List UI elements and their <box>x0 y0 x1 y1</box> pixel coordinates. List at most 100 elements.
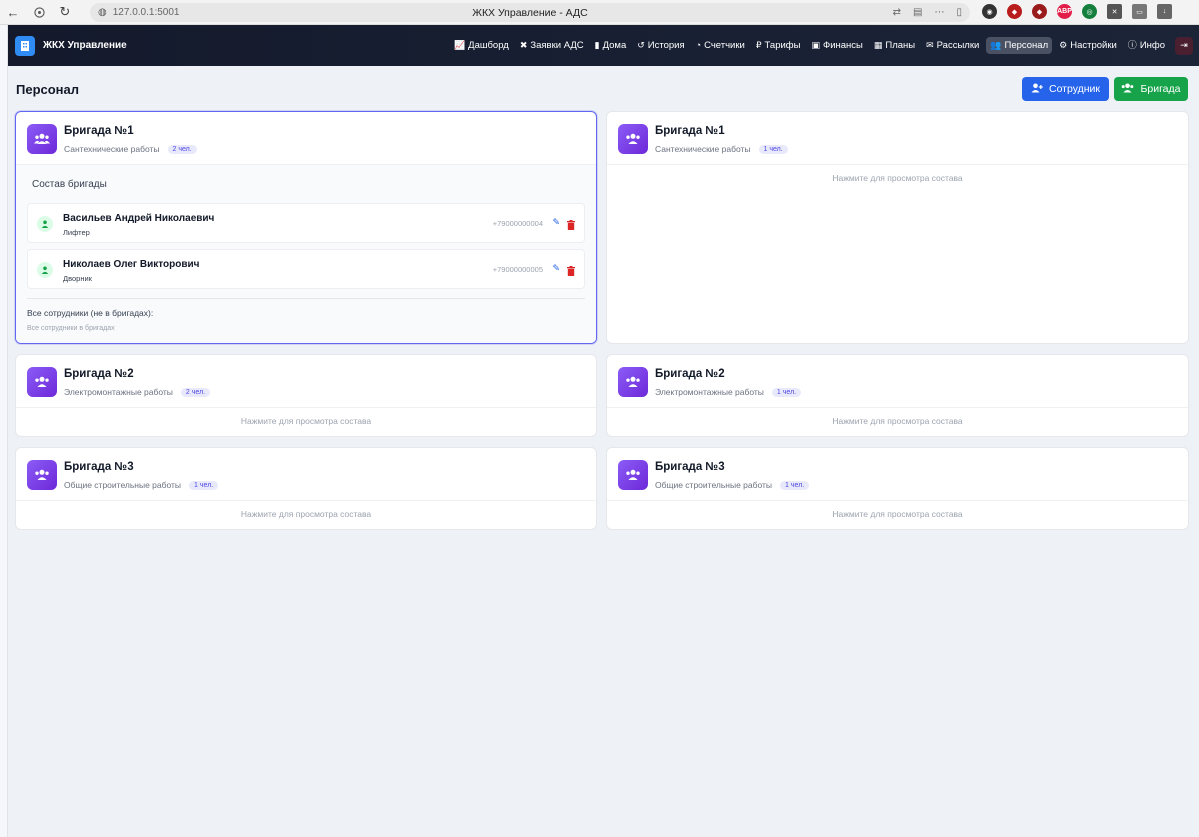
main-content: Персонал Сотрудник Бригада Бригада №1 Са… <box>8 66 1199 837</box>
reader-icon[interactable]: ▤ <box>913 7 922 18</box>
nav-label: Счетчики <box>704 40 745 51</box>
nav-item-finance[interactable]: ▣ Финансы <box>807 37 866 54</box>
member-name: Васильев Андрей Николаевич <box>63 213 215 224</box>
nav-item-staff[interactable]: 👥 Персонал <box>986 37 1053 54</box>
nav-item-meters[interactable]: ◔ Счетчики <box>692 37 749 54</box>
logout-icon: ⇥ <box>1180 40 1188 50</box>
team-icon <box>618 124 648 154</box>
chart-line-icon: 📈 <box>453 40 466 50</box>
nav-item-tariffs[interactable]: ₽ Тарифы <box>752 37 805 54</box>
logout-button[interactable]: ⇥ <box>1175 36 1193 55</box>
nav-label: Финансы <box>822 40 863 51</box>
user-icon <box>37 216 53 232</box>
team-specialization: Электромонтажные работы <box>655 387 764 397</box>
nav-item-houses[interactable]: ▮ Дома <box>591 37 631 54</box>
divider <box>27 298 585 299</box>
extension-icon[interactable]: ◉ <box>982 4 997 19</box>
team-card[interactable]: Бригада №3 Общие строительные работы 1 че… <box>606 447 1189 530</box>
gauge-icon: ◔ <box>695 40 702 50</box>
team-card[interactable]: Бригада №2 Электромонтажные работы 2 чел.… <box>15 354 597 437</box>
view-members-hint: Нажмите для просмотра состава <box>607 407 1188 436</box>
edit-icon[interactable]: ✎ <box>552 263 560 274</box>
translate-icon[interactable]: ⇄ <box>893 7 901 18</box>
sidebar-icon[interactable]: ▭ <box>1132 4 1147 19</box>
ublock-icon[interactable]: ◆ <box>1007 4 1022 19</box>
shield-icon[interactable] <box>26 0 52 25</box>
gear-icon: ⚙ <box>1059 40 1068 50</box>
team-specialization: Общие строительные работы <box>655 480 773 490</box>
adblock-icon[interactable]: ABP <box>1057 4 1072 19</box>
team-card[interactable]: Бригада №1 Сантехнические работы 2 чел. С… <box>15 111 597 344</box>
ghostery-icon[interactable]: ◎ <box>1082 4 1097 19</box>
member-count-badge: 1 чел. <box>771 387 802 397</box>
team-icon <box>27 460 57 490</box>
trash-icon[interactable] <box>567 217 575 230</box>
team-card[interactable]: Бригада №2 Электромонтажные работы 1 чел.… <box>606 354 1189 437</box>
members-title: Состав бригады <box>32 179 107 190</box>
nav-item-settings[interactable]: ⚙ Настройки <box>1055 37 1121 54</box>
nav-item-info[interactable]: ⓘ Инфо <box>1124 37 1169 54</box>
address-bar[interactable]: ◍ 127.0.0.1:5001 ЖКХ Управление - АДС ⇄ … <box>90 3 970 22</box>
team-name: Бригада №3 <box>64 461 134 473</box>
team-card[interactable]: Бригада №3 Общие строительные работы 1 че… <box>15 447 597 530</box>
add-team-button[interactable]: Бригада <box>1114 77 1188 101</box>
envelope-icon: ✉ <box>926 40 934 50</box>
info-icon: ⓘ <box>1127 40 1137 50</box>
building-icon <box>15 35 35 56</box>
ruble-icon: ₽ <box>755 40 762 50</box>
nav-item-mailings[interactable]: ✉ Рассылки <box>922 37 983 54</box>
download-icon[interactable]: ↓ <box>1157 4 1172 19</box>
nav-label: Заявки АДС <box>530 40 584 51</box>
unassigned-value: Все сотрудники в бригадах <box>27 325 115 332</box>
back-icon[interactable]: ← <box>0 0 26 25</box>
users-icon <box>1121 83 1134 96</box>
team-name: Бригада №2 <box>64 368 134 380</box>
team-specialization: Электромонтажные работы <box>64 387 173 397</box>
puzzle-icon[interactable]: ✕ <box>1107 4 1122 19</box>
app-navbar: ЖКХ Управление 📈 Дашборд ✖ Заявки АДС ▮ Дом… <box>8 25 1199 66</box>
tools-icon: ✖ <box>519 40 528 50</box>
nav-item-plans[interactable]: ▦ Планы <box>870 37 919 54</box>
team-card[interactable]: Бригада №1 Сантехнические работы 1 чел. Н… <box>606 111 1189 344</box>
more-icon[interactable]: ⋯ <box>934 7 944 18</box>
nav-item-dashboard[interactable]: 📈 Дашборд <box>450 37 513 54</box>
unassigned-label: Все сотрудники (не в бригадах): <box>27 308 154 318</box>
add-employee-button[interactable]: Сотрудник <box>1022 77 1109 101</box>
view-members-hint: Нажмите для просмотра состава <box>16 407 596 436</box>
users-icon: 👥 <box>990 40 1002 50</box>
nav-item-requests[interactable]: ✖ Заявки АДС <box>516 37 588 54</box>
reload-icon[interactable]: ↻ <box>52 0 78 25</box>
edit-icon[interactable]: ✎ <box>552 217 560 228</box>
team-icon <box>618 460 648 490</box>
nav-label: Персонал <box>1004 40 1049 51</box>
brand[interactable]: ЖКХ Управление <box>15 35 127 56</box>
left-window-strip <box>0 25 8 837</box>
browser-toolbar: ← ↻ ◍ 127.0.0.1:5001 ЖКХ Управление - АД… <box>0 0 1199 25</box>
member-name: Николаев Олег Викторович <box>63 259 200 270</box>
member-phone: +79000000004 <box>492 219 543 228</box>
team-specialization: Сантехнические работы <box>655 144 751 154</box>
view-members-hint: Нажмите для просмотра состава <box>607 500 1188 529</box>
member-row: Васильев Андрей Николаевич Лифтер +79000… <box>27 203 585 243</box>
user-icon <box>37 262 53 278</box>
member-phone: +79000000005 <box>492 265 543 274</box>
team-name: Бригада №2 <box>655 368 725 380</box>
add-team-label: Бригада <box>1140 83 1181 95</box>
member-row: Николаев Олег Викторович Дворник +790000… <box>27 249 585 289</box>
bookmark-icon[interactable]: ▯ <box>956 7 962 18</box>
calendar-icon: ▦ <box>873 40 883 50</box>
team-icon <box>27 124 57 154</box>
member-count-badge: 1 чел. <box>780 480 810 490</box>
nav-label: Дашборд <box>468 40 509 51</box>
user-plus-icon <box>1031 83 1043 96</box>
brand-name: ЖКХ Управление <box>43 40 127 51</box>
trash-icon[interactable] <box>567 263 575 276</box>
nav-label: Планы <box>885 40 916 51</box>
member-role: Лифтер <box>63 228 90 237</box>
add-employee-label: Сотрудник <box>1048 83 1100 95</box>
team-specialization: Общие строительные работы <box>64 480 182 490</box>
member-role: Дворник <box>63 274 92 283</box>
shield-extension-icon[interactable]: ◆ <box>1032 4 1047 19</box>
team-members-panel: Состав бригады Васильев Андрей Николаеви… <box>16 164 596 343</box>
nav-item-history[interactable]: ↺ История <box>633 37 688 54</box>
